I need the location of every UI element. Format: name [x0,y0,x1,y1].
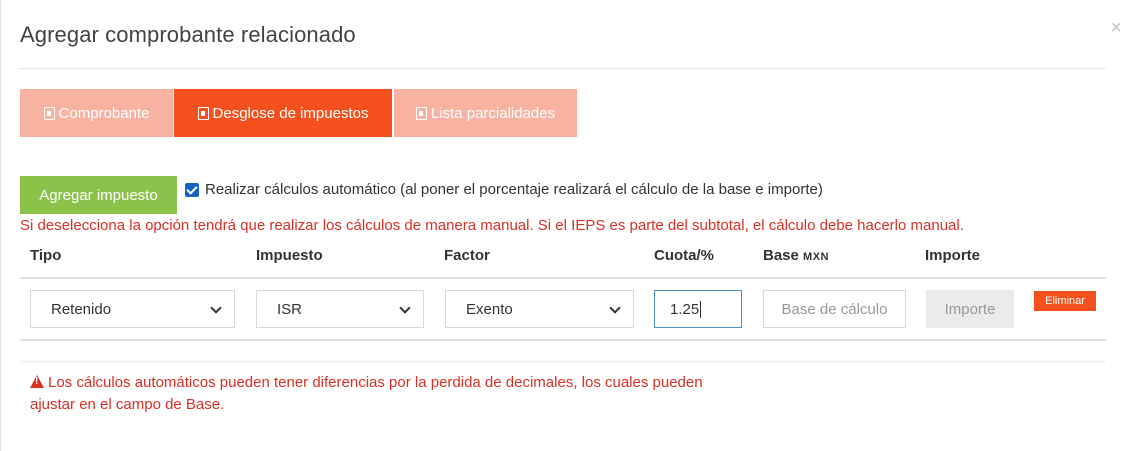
impuesto-select[interactable]: ISR [256,290,424,328]
manual-calc-warning: Si deselecciona la opción tendrá que rea… [20,217,964,234]
header-base-label: Base [763,247,799,264]
modal-title: Agregar comprobante relacionado [20,22,356,47]
tipo-select[interactable]: Retenido [30,290,235,328]
delete-row-button[interactable]: Eliminar [1034,291,1096,311]
text-caret [700,300,702,318]
header-factor: Factor [444,247,490,264]
chevron-down-icon [210,302,222,314]
table-header-divider [20,277,1106,279]
auto-calc-option: Realizar cálculos automático (al poner e… [185,181,823,198]
close-icon[interactable]: × [1110,18,1122,38]
tab-lista-label: Lista parcialidades [430,104,556,122]
cuota-input-value: 1.25 [670,300,700,318]
tab-comprobante[interactable]: Comprobante [20,89,173,137]
header-importe: Importe [925,247,981,264]
tab-comprobante-label: Comprobante [58,104,150,122]
header-base-unit: MXN [803,251,829,263]
impuesto-select-value: ISR [277,300,303,318]
header-tipo: Tipo [30,247,62,264]
file-icon [43,106,55,120]
modal-dialog: Agregar comprobante relacionado × Compro… [0,0,1123,451]
base-input[interactable]: Base de cálculo [763,290,906,328]
section-divider [20,361,1106,362]
header-cuota: Cuota/% [654,247,714,264]
header-base: Base MXN [763,247,829,264]
tab-lista-parcialidades[interactable]: Lista parcialidades [394,89,577,137]
chevron-down-icon [399,302,411,314]
tipo-select-value: Retenido [51,300,112,318]
modal-header: Agregar comprobante relacionado × [20,0,1122,69]
warning-icon [30,375,44,388]
chevron-down-icon [609,302,621,314]
add-tax-button[interactable]: Agregar impuesto [20,176,177,214]
factor-select[interactable]: Exento [445,290,634,328]
factor-select-value: Exento [466,300,513,318]
cuota-input[interactable]: 1.25 [654,290,742,328]
header-impuesto: Impuesto [256,247,323,264]
file-icon [415,106,427,120]
file-excel-icon [197,106,209,120]
auto-calc-checkbox[interactable] [185,182,199,197]
table-row-divider [20,339,1106,341]
importe-input: Importe [926,290,1014,328]
tab-desglose-label: Desglose de impuestos [212,104,369,122]
rounding-note-text: Los cálculos automáticos pueden tener di… [30,374,703,413]
rounding-note: Los cálculos automáticos pueden tener di… [30,372,750,416]
auto-calc-label: Realizar cálculos automático (al poner e… [205,181,823,198]
tab-desglose-impuestos[interactable]: Desglose de impuestos [174,89,392,137]
